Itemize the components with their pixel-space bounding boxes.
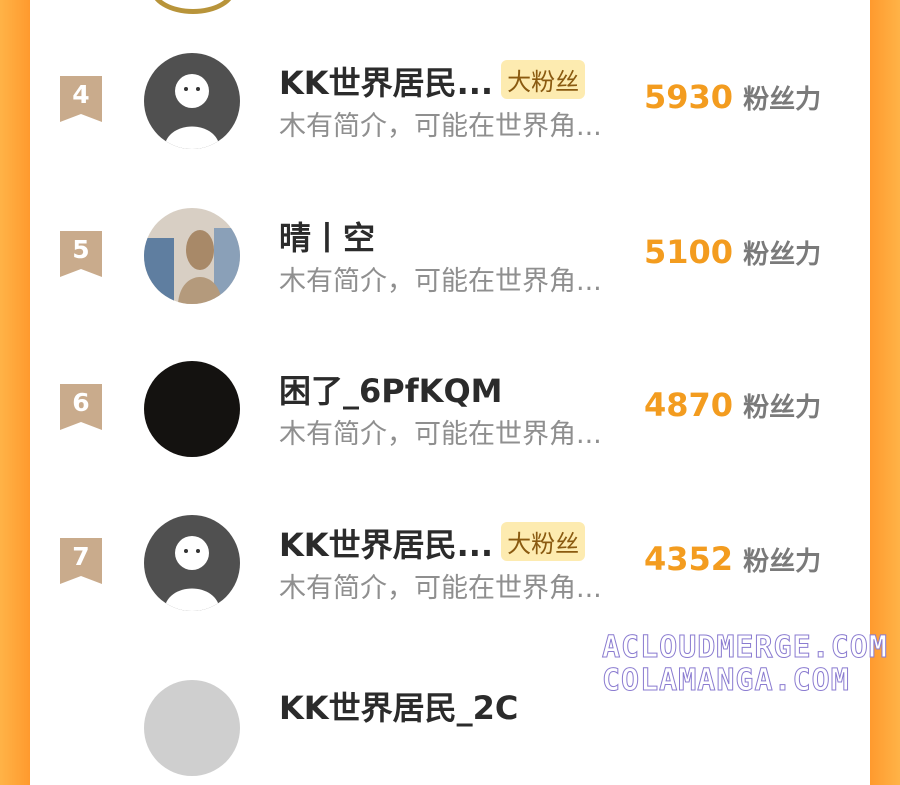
user-bio: 木有简介，可能在世界角... — [279, 573, 602, 604]
default-avatar[interactable] — [144, 53, 240, 149]
watermark: COLAMANGA.COM — [602, 663, 850, 699]
fan-power: 5100 粉丝力 — [644, 233, 822, 271]
default-avatar[interactable] — [144, 515, 240, 611]
user-name[interactable]: KK世界居民... 大粉丝 — [279, 58, 586, 104]
user-bio: 木有简介，可能在世界角... — [279, 419, 602, 450]
user-name[interactable]: KK世界居民... 大粉丝 — [279, 520, 586, 566]
dark-avatar[interactable] — [144, 361, 240, 457]
fan-power: 4352 粉丝力 — [644, 540, 822, 578]
user-name[interactable]: KK世界居民_2C — [279, 683, 518, 729]
rank-ribbon: 7 — [60, 538, 102, 584]
photo-avatar[interactable] — [144, 680, 240, 776]
fan-power: 5930 粉丝力 — [644, 78, 822, 116]
user-name[interactable]: 晴丨空 — [279, 213, 375, 259]
user-bio: 木有简介，可能在世界角... — [279, 111, 602, 142]
fan-power: 4870 粉丝力 — [644, 386, 822, 424]
ranking-row[interactable]: 5 晴丨空 木有简介，可能在世界角... 5100 粉丝力 — [30, 205, 870, 325]
rank-ribbon: 6 — [60, 384, 102, 430]
rank-ribbon: 4 — [60, 76, 102, 122]
watermark: ACLOUDMERGE.COM — [602, 630, 888, 666]
rank-ribbon: 5 — [60, 231, 102, 277]
fan-badge: 大粉丝 — [501, 60, 586, 99]
photo-avatar[interactable] — [144, 208, 240, 304]
ranking-row[interactable]: 6 困了_6PfKQM 木有简介，可能在世界角... 4870 粉丝力 — [30, 358, 870, 478]
fan-badge: 大粉丝 — [501, 522, 586, 561]
ranking-row[interactable]: 4 KK世界居民... 大粉丝 木有简介，可能在世界角... 5930 粉丝力 — [30, 50, 870, 170]
ranking-row[interactable]: 7 KK世界居民... 大粉丝 木有简介，可能在世界角... 4352 粉丝力 — [30, 512, 870, 632]
user-bio: 木有简介，可能在世界角... — [279, 266, 602, 297]
user-name[interactable]: 困了_6PfKQM — [279, 366, 503, 412]
